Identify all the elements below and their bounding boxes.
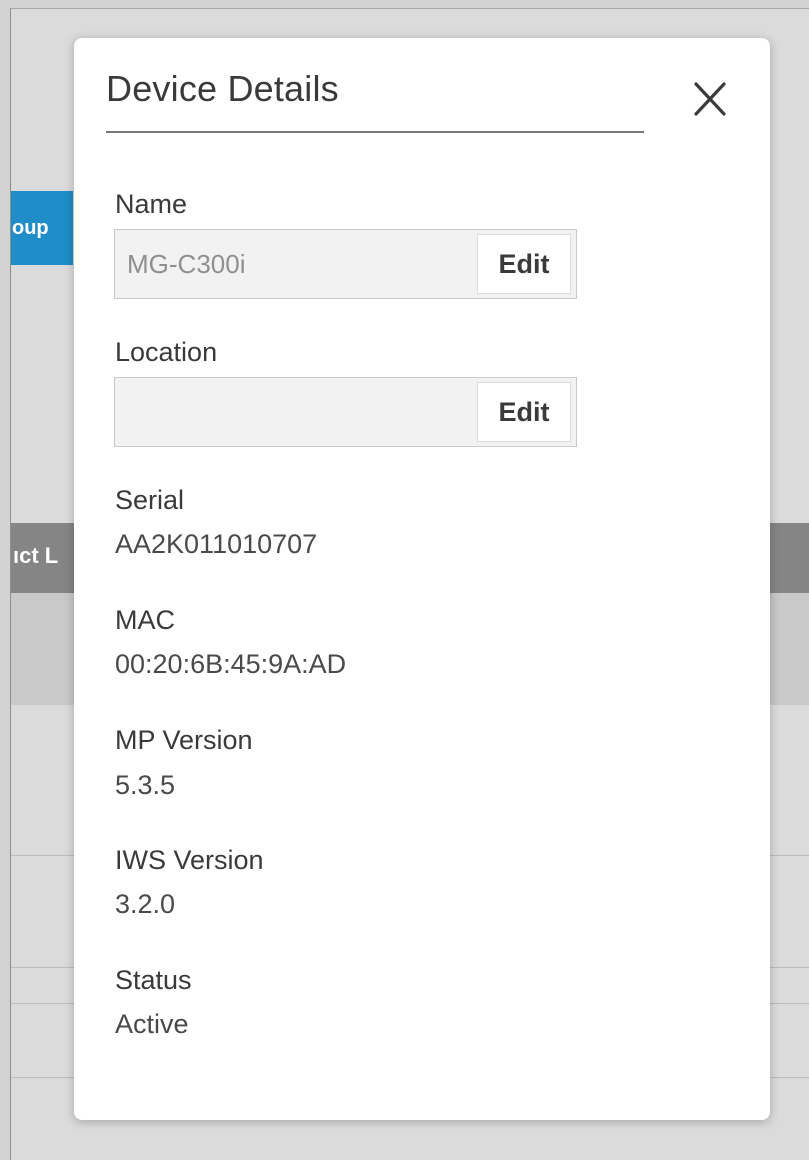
mp-version-value: 5.3.5 [115,770,176,800]
dialog-title: Device Details [106,68,339,109]
status-label: Status [115,965,192,995]
location-field[interactable]: Edit [114,377,577,447]
iws-version-value: 3.2.0 [115,889,176,919]
edit-name-button[interactable]: Edit [477,234,571,294]
background-group-button-label: oup [12,217,49,239]
background-column-header-label: ıct L [13,543,59,568]
mac-label: MAC [115,605,175,635]
serial-value: AA2K011010707 [115,529,318,559]
mac-value: 00:20:6B:45:9A:AD [115,649,347,679]
iws-version-label: IWS Version [115,845,264,875]
name-label: Name [115,189,188,219]
location-label: Location [115,337,218,367]
close-icon [694,82,726,116]
name-value: MG-C300i [127,249,246,279]
device-details-dialog: Device Details Name MG-C300i Edit Locati… [74,38,770,1120]
close-button[interactable] [688,78,730,120]
title-divider [106,131,644,133]
mp-version-label: MP Version [115,725,253,755]
status-value: Active [115,1009,189,1039]
edit-location-button[interactable]: Edit [477,382,571,442]
background-group-button[interactable]: oup [11,191,73,265]
serial-label: Serial [115,485,185,515]
name-field[interactable]: MG-C300i Edit [114,229,577,299]
